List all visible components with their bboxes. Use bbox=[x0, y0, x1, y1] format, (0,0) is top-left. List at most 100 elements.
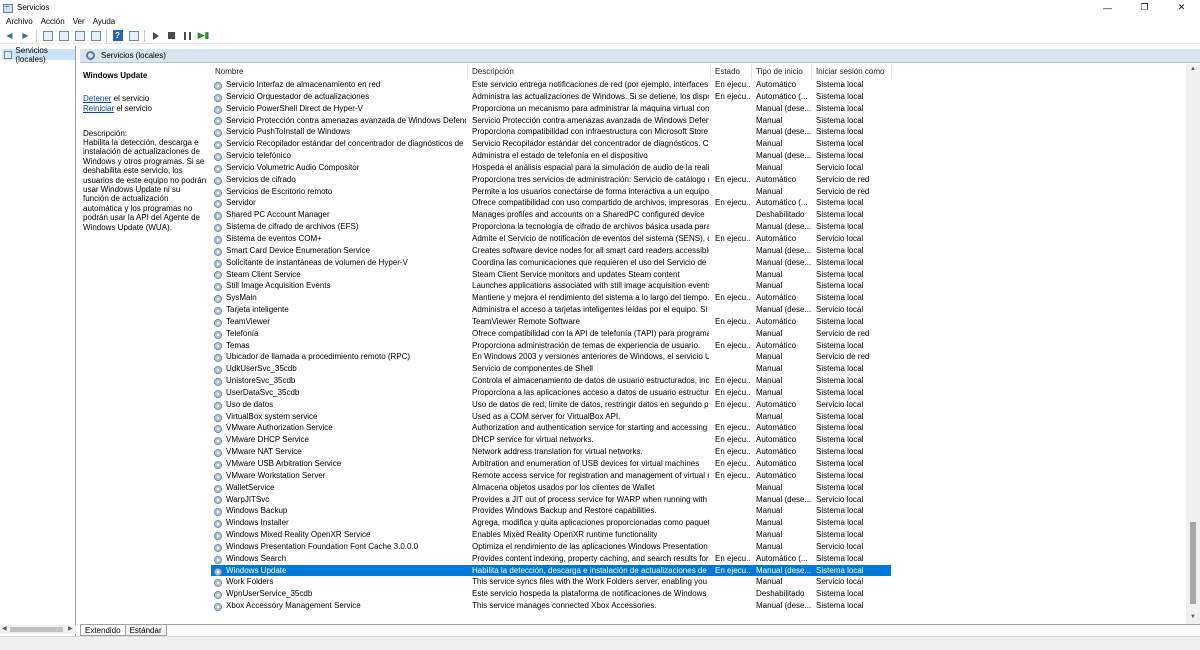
table-row[interactable]: Servicio Orquestador de actualizaciones A… bbox=[211, 91, 891, 103]
table-row[interactable]: Windows Mixed Reality OpenXR Service Enab… bbox=[211, 529, 891, 541]
table-row[interactable]: WarpJITSvc Provides a JIT out of process … bbox=[211, 494, 891, 506]
table-row[interactable]: TeamViewer TeamViewer Remote Software En e… bbox=[211, 316, 891, 328]
maximize-button[interactable]: ❐ bbox=[1126, 0, 1163, 15]
table-row[interactable]: Sistema de cifrado de archivos (EFS) Prop… bbox=[211, 221, 891, 233]
properties-icon[interactable] bbox=[57, 29, 70, 42]
table-row[interactable]: VMware DHCP Service DHCP service for virt… bbox=[211, 434, 891, 446]
table-row[interactable]: VirtualBox system service Used as a COM s… bbox=[211, 411, 891, 423]
table-row[interactable]: VMware Authorization Service Authorizatio… bbox=[211, 422, 891, 434]
table-row[interactable]: Tarjeta inteligente Administra el acceso … bbox=[211, 304, 891, 316]
column-startup-type[interactable]: Tipo de inicio bbox=[752, 64, 812, 79]
table-row[interactable]: Servicio Interfaz de almacenamiento en r… bbox=[211, 79, 891, 91]
gear-icon bbox=[214, 224, 222, 233]
menu-ayuda[interactable]: Ayuda bbox=[89, 17, 120, 26]
restart-service-link[interactable]: Reiniciar bbox=[83, 104, 114, 113]
tab-estandar[interactable]: Estándar bbox=[124, 625, 167, 636]
table-row[interactable]: Shared PC Account Manager Manages profile… bbox=[211, 209, 891, 221]
table-row[interactable]: Sistema de eventos COM+ Admite el Servici… bbox=[211, 233, 891, 245]
tab-extendido[interactable]: Extendido bbox=[80, 625, 126, 636]
table-row[interactable]: Servicio telefónico Administra el estado … bbox=[211, 150, 891, 162]
service-startup-type: Manual (dese... bbox=[756, 257, 811, 267]
service-gear-icon bbox=[214, 304, 224, 316]
table-row[interactable]: Smart Card Device Enumeration Service Cre… bbox=[211, 245, 891, 257]
menu-archivo[interactable]: Archivo bbox=[2, 17, 37, 26]
table-row[interactable]: VMware Workstation Server Remote access s… bbox=[211, 470, 891, 482]
export-list-icon[interactable] bbox=[89, 29, 102, 42]
minimize-button[interactable]: — bbox=[1089, 0, 1126, 15]
table-row[interactable]: Steam Client Service Steam Client Service… bbox=[211, 269, 891, 281]
column-logon-as[interactable]: Iniciar sesión como bbox=[812, 64, 892, 79]
table-row[interactable]: Telefonía Ofrece compatibilidad con la AP… bbox=[211, 328, 891, 340]
back-arrow-icon[interactable]: ◀ bbox=[3, 29, 16, 42]
service-gear-icon bbox=[214, 588, 224, 600]
service-state: En ejecu... bbox=[715, 293, 751, 303]
scroll-up-arrow-icon[interactable]: ▲ bbox=[1190, 66, 1196, 72]
table-row[interactable]: VMware NAT Service Network address transl… bbox=[211, 446, 891, 458]
table-row[interactable]: Solicitante de instantáneas de volumen d… bbox=[211, 257, 891, 269]
table-row[interactable]: Servicio Recopilador estándar del concen… bbox=[211, 138, 891, 150]
service-startup-type: Automático (... bbox=[756, 553, 808, 563]
table-row[interactable]: Work Folders This service syncs files wit… bbox=[211, 576, 891, 588]
service-startup-type: Manual bbox=[756, 281, 783, 291]
service-gear-icon bbox=[214, 79, 224, 91]
menu-accion[interactable]: Acción bbox=[37, 17, 69, 26]
scroll-down-arrow-icon[interactable]: ▼ bbox=[1190, 614, 1196, 620]
gear-icon bbox=[214, 579, 222, 588]
table-row[interactable]: UserDataSvc_35cdb Proporciona a las aplic… bbox=[211, 387, 891, 399]
table-row[interactable]: Servicio Protección contra amenazas avan… bbox=[211, 115, 891, 127]
scrollbar-thumb[interactable] bbox=[1190, 522, 1196, 604]
stop-service-link[interactable]: Detener bbox=[83, 94, 111, 103]
restart-service-icon[interactable]: ▶▮ bbox=[197, 29, 210, 42]
scroll-left-arrow-icon[interactable]: ◀ bbox=[2, 625, 7, 634]
table-row[interactable]: Uso de datos Uso de datos de red, límite … bbox=[211, 399, 891, 411]
table-row[interactable]: UdkUserSvc_35cdb Servicio de componentes … bbox=[211, 363, 891, 375]
service-description: Este servicio entrega notificaciones de … bbox=[472, 80, 709, 89]
stop-service-icon[interactable] bbox=[165, 29, 178, 42]
table-row[interactable]: VMware USB Arbitration Service Arbitratio… bbox=[211, 458, 891, 470]
tree-horizontal-scrollbar[interactable]: ◀ ▶ bbox=[0, 625, 76, 634]
table-row[interactable]: Windows Backup Provides Windows Backup an… bbox=[211, 505, 891, 517]
services-vertical-scrollbar[interactable]: ▲ ▼ bbox=[1186, 64, 1200, 624]
table-row[interactable]: Servicio PowerShell Direct de Hyper-V Pro… bbox=[211, 103, 891, 115]
close-button[interactable]: ✕ bbox=[1163, 0, 1200, 15]
scroll-right-arrow-icon[interactable]: ▶ bbox=[68, 625, 73, 634]
gear-icon bbox=[214, 484, 222, 493]
table-row[interactable]: UnistoreSvc_35cdb Controla el almacenamie… bbox=[211, 375, 891, 387]
scrollbar-thumb[interactable] bbox=[10, 627, 63, 632]
table-row[interactable]: WalletService Almacena objetos usados por… bbox=[211, 482, 891, 494]
table-row[interactable]: SysMain Mantiene y mejora el rendimiento … bbox=[211, 292, 891, 304]
column-name[interactable]: Nombre ^ bbox=[211, 64, 468, 79]
table-row[interactable]: Servicio Volumetric Audio Compositor Hosp… bbox=[211, 162, 891, 174]
forward-arrow-icon[interactable]: ▶ bbox=[19, 29, 32, 42]
gear-icon bbox=[214, 105, 222, 114]
refresh-icon[interactable] bbox=[73, 29, 86, 42]
table-row[interactable]: Servicios de Escritorio remoto Permite a … bbox=[211, 186, 891, 198]
column-state[interactable]: Estado bbox=[711, 64, 752, 79]
tree-item-services-local[interactable]: Servicios (locales) bbox=[2, 46, 75, 64]
service-description: Coordina las comunicaciones que requiere… bbox=[472, 257, 709, 267]
table-row[interactable]: Servicios de cifrado Proporciona tres ser… bbox=[211, 174, 891, 186]
table-row[interactable]: Temas Proporciona administración de temas… bbox=[211, 340, 891, 352]
service-gear-icon bbox=[214, 174, 224, 186]
action-pane-icon[interactable] bbox=[127, 29, 140, 42]
table-row[interactable]: WpnUserService_35cdb Este servicio hosped… bbox=[211, 588, 891, 600]
table-row[interactable]: Still Image Acquisition Events Launches a… bbox=[211, 280, 891, 292]
table-row[interactable]: Windows Presentation Foundation Font Cac… bbox=[211, 541, 891, 553]
table-row[interactable]: Ubicador de llamada a procedimiento remo… bbox=[211, 351, 891, 363]
table-row[interactable]: Xbox Accessory Management Service This se… bbox=[211, 600, 891, 612]
service-name: UserDataSvc_35cdb bbox=[226, 387, 300, 397]
column-description[interactable]: Descripción bbox=[468, 64, 711, 79]
table-row[interactable]: Servicio PushToInstall de Windows Proporc… bbox=[211, 126, 891, 138]
gear-icon bbox=[214, 496, 222, 505]
menu-ver[interactable]: Ver bbox=[69, 17, 89, 26]
start-service-icon[interactable] bbox=[149, 29, 162, 42]
pause-service-icon[interactable] bbox=[181, 29, 194, 42]
table-row[interactable]: Windows Installer Agrega, modifica y quit… bbox=[211, 517, 891, 529]
services-gear-icon bbox=[86, 51, 95, 60]
table-row[interactable]: Servidor Ofrece compatibilidad con uso co… bbox=[211, 197, 891, 209]
table-row[interactable]: Windows Update Habilita la detección, des… bbox=[211, 564, 891, 577]
console-tree-icon[interactable] bbox=[41, 29, 54, 42]
table-row[interactable]: Windows Search Provides content indexing,… bbox=[211, 553, 891, 565]
help-icon[interactable]: ? bbox=[111, 29, 124, 42]
gear-icon bbox=[214, 93, 222, 102]
